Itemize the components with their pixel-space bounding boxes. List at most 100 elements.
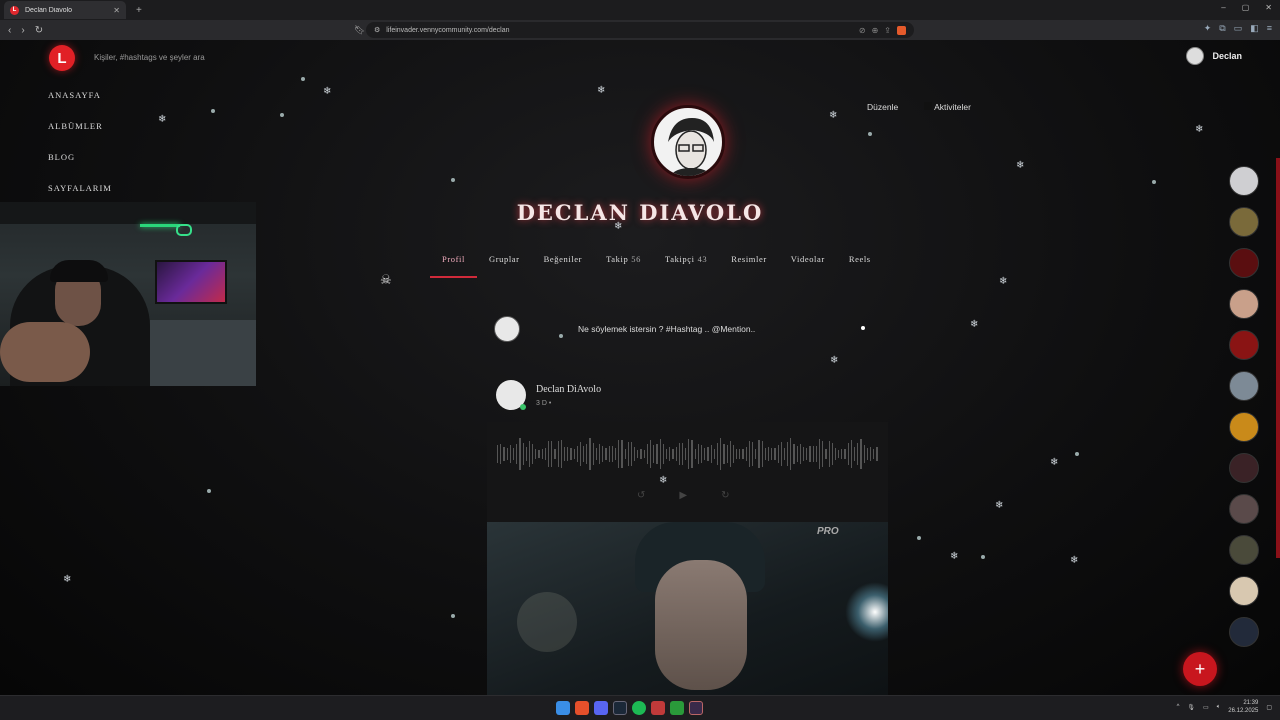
waveform-bar bbox=[764, 448, 766, 460]
tray-chevron-icon[interactable]: ^ bbox=[1177, 704, 1180, 710]
rewind-icon[interactable]: ↺ bbox=[637, 490, 645, 501]
maximize-icon[interactable]: ▢ bbox=[1242, 3, 1250, 12]
reload-icon[interactable]: ↻ bbox=[35, 25, 43, 36]
browser-tab[interactable]: L Declan Diavolo ✕ bbox=[4, 1, 126, 19]
tab-reels[interactable]: Reels bbox=[837, 254, 883, 278]
tab-followers[interactable]: Takipçi 43 bbox=[653, 254, 719, 278]
minimize-icon[interactable]: – bbox=[1221, 3, 1225, 12]
post-time: 3 D • bbox=[536, 400, 552, 407]
sidebar-item-blog[interactable]: Blog bbox=[48, 152, 112, 183]
clock[interactable]: 21:39 26.12.2025 bbox=[1228, 699, 1258, 715]
back-icon[interactable]: ‹ bbox=[8, 25, 11, 36]
waveform-bar bbox=[685, 448, 687, 460]
volume-icon[interactable]: 🔈︎ bbox=[1217, 704, 1221, 711]
tab-following[interactable]: Takip 56 bbox=[594, 254, 653, 278]
sidebar-item-home[interactable]: Anasayfa bbox=[48, 90, 112, 121]
bookmark-icon[interactable]: 🔖︎ bbox=[354, 25, 365, 36]
new-tab-button[interactable]: + bbox=[136, 5, 142, 16]
friend-avatar[interactable] bbox=[1229, 617, 1259, 647]
waveform-bar bbox=[570, 447, 572, 461]
friend-avatar[interactable] bbox=[1229, 371, 1259, 401]
start-icon[interactable] bbox=[556, 701, 570, 715]
close-tab-icon[interactable]: ✕ bbox=[113, 6, 120, 15]
search-input[interactable] bbox=[94, 53, 334, 62]
friend-avatar[interactable] bbox=[1229, 248, 1259, 278]
friend-avatar[interactable] bbox=[1229, 494, 1259, 524]
friend-avatar[interactable] bbox=[1229, 576, 1259, 606]
snow-dot bbox=[559, 334, 563, 338]
app-icon[interactable] bbox=[651, 701, 665, 715]
waveform-bar bbox=[726, 445, 728, 463]
tab-label: Gruplar bbox=[488, 254, 520, 264]
friend-avatar[interactable] bbox=[1229, 207, 1259, 237]
waveform-bar bbox=[672, 448, 674, 460]
waveform-bar bbox=[560, 439, 562, 469]
profile-avatar[interactable] bbox=[651, 105, 725, 179]
waveform-bar bbox=[551, 440, 553, 468]
tab-videos[interactable]: Videolar bbox=[779, 254, 837, 278]
extension-icon[interactable]: ✦ bbox=[1204, 23, 1212, 34]
tab-groups[interactable]: Gruplar bbox=[477, 254, 532, 278]
site-info-icon[interactable]: ⚙︎ bbox=[374, 26, 380, 34]
tv-screen bbox=[155, 260, 227, 304]
mic-icon[interactable]: 🎙︎ bbox=[1187, 704, 1195, 711]
scrollbar[interactable] bbox=[1276, 158, 1280, 558]
clock-time: 21:39 bbox=[1243, 700, 1259, 706]
waveform-bar bbox=[586, 443, 588, 465]
media-player-icon[interactable] bbox=[670, 701, 684, 715]
snow-dot bbox=[451, 614, 455, 618]
translate-icon[interactable]: ⊘ bbox=[859, 26, 866, 35]
waveform-bar bbox=[665, 449, 668, 459]
tab-photos[interactable]: Resimler bbox=[719, 254, 779, 278]
obs-icon[interactable] bbox=[689, 701, 703, 715]
waveform-bar bbox=[774, 448, 776, 460]
brave-shield-icon[interactable] bbox=[897, 25, 906, 35]
friend-avatar[interactable] bbox=[1229, 166, 1259, 196]
puzzle-icon[interactable]: ⧉ bbox=[1219, 23, 1225, 34]
sidebar-item-albums[interactable]: Albümler bbox=[48, 121, 112, 152]
waveform-bar bbox=[538, 449, 540, 459]
friend-avatar[interactable] bbox=[1229, 535, 1259, 565]
waveform-bar bbox=[777, 444, 779, 464]
user-menu[interactable]: Declan bbox=[1186, 47, 1242, 65]
share-icon[interactable]: ⇪ bbox=[884, 26, 891, 35]
wallet-icon[interactable]: ▭ bbox=[1234, 23, 1243, 34]
waveform-bar bbox=[720, 438, 722, 470]
brave-icon[interactable] bbox=[575, 701, 589, 715]
discord-icon[interactable] bbox=[594, 701, 608, 715]
waveform-bar bbox=[828, 441, 830, 467]
audio-waveform[interactable] bbox=[497, 434, 878, 474]
post-author[interactable]: Declan DiAvolo bbox=[536, 384, 601, 395]
edit-profile-button[interactable]: Düzenle bbox=[867, 102, 898, 112]
spotify-icon[interactable] bbox=[632, 701, 646, 715]
friend-avatar[interactable] bbox=[1229, 330, 1259, 360]
menu-icon[interactable]: ≡ bbox=[1267, 23, 1272, 34]
tab-likes[interactable]: Beğeniler bbox=[532, 254, 594, 278]
post-image[interactable]: PRO bbox=[487, 522, 888, 695]
post-composer[interactable]: Ne söylemek istersin ? #Hashtag .. @Ment… bbox=[494, 316, 888, 342]
friend-avatar[interactable] bbox=[1229, 412, 1259, 442]
forward-icon[interactable]: › bbox=[21, 25, 24, 36]
friend-avatar[interactable] bbox=[1229, 453, 1259, 483]
close-window-icon[interactable]: ✕ bbox=[1265, 3, 1272, 12]
friend-avatar[interactable] bbox=[1229, 289, 1259, 319]
waveform-bar bbox=[812, 446, 814, 462]
snowflake-icon: ❄ bbox=[1070, 555, 1079, 566]
tab-label: Videolar bbox=[790, 254, 825, 264]
add-post-button[interactable]: + bbox=[1183, 652, 1217, 686]
steam-icon[interactable] bbox=[613, 701, 627, 715]
activities-button[interactable]: Aktiviteler bbox=[924, 102, 971, 112]
tab-profile[interactable]: Profil bbox=[430, 254, 477, 278]
url-field[interactable]: ⚙︎ lifeinvader.vennycommunity.com/declan… bbox=[366, 22, 914, 38]
forward-icon[interactable]: ↻ bbox=[721, 490, 729, 501]
waveform-bar bbox=[745, 446, 747, 462]
snow-dot bbox=[981, 555, 985, 559]
play-icon[interactable]: ▶ bbox=[679, 490, 687, 501]
network-icon[interactable]: ▭ bbox=[1203, 704, 1209, 711]
audio-player[interactable]: ↺ ▶ ↻ bbox=[487, 422, 888, 522]
waveform-bar bbox=[643, 449, 645, 459]
notification-icon[interactable]: ▢ bbox=[1266, 704, 1272, 711]
zoom-icon[interactable]: ⊕ bbox=[872, 26, 879, 35]
lifeinvader-logo[interactable]: L bbox=[49, 45, 75, 71]
sidebar-toggle-icon[interactable]: ◧ bbox=[1250, 23, 1259, 34]
